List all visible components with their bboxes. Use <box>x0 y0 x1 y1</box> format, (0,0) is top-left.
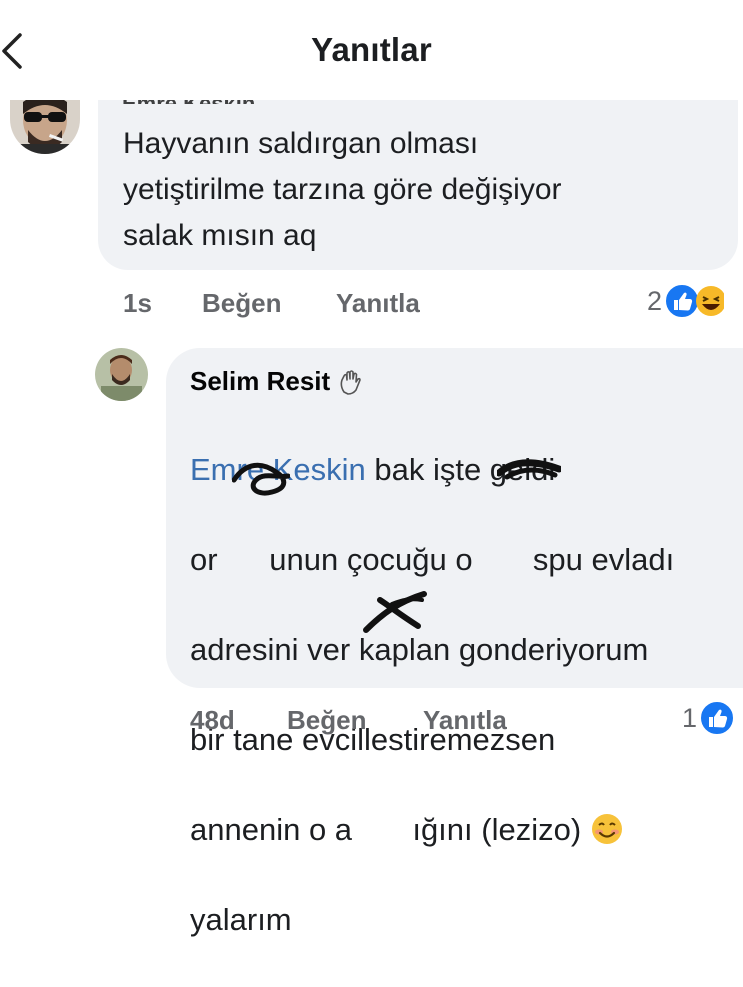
reply-line: or unun çocuğu o spu evladı <box>190 542 675 577</box>
profile-photo <box>10 92 80 154</box>
comment-timestamp: 1s <box>123 288 152 318</box>
censor-scribble <box>497 459 561 480</box>
censor-scribble <box>363 591 427 633</box>
laugh-reaction-icon <box>696 286 725 316</box>
censor-scribble <box>232 462 290 496</box>
reply-timestamp: 48d <box>190 705 235 735</box>
like-button[interactable]: Beğen <box>202 288 281 319</box>
page-title: Yanıtlar <box>311 31 432 68</box>
reaction-summary[interactable]: 1 <box>682 700 736 736</box>
avatar[interactable] <box>10 92 80 154</box>
smiling-face-emoji-icon <box>591 814 622 844</box>
reply-text-fragment: annenin o a ığını (lezizo) <box>190 812 590 847</box>
profile-photo <box>95 348 148 401</box>
reply-line: yalarım <box>190 902 292 937</box>
reply-line: annenin o a ığını (lezizo) <box>190 807 735 852</box>
like-reaction-icon <box>699 700 736 736</box>
reply-button[interactable]: Yanıtla <box>336 288 420 319</box>
reaction-count: 2 <box>647 285 663 316</box>
like-button[interactable]: Beğen <box>287 705 366 736</box>
avatar[interactable] <box>95 348 148 401</box>
reaction-count: 1 <box>682 702 698 733</box>
comment-text: Hayvanın saldırgan olması yetiştirilme t… <box>123 127 562 252</box>
reaction-summary[interactable]: 2 <box>647 283 725 319</box>
reply-author[interactable]: Selim Resit <box>190 366 364 397</box>
header-bar: Yanıtlar <box>0 0 743 100</box>
reply-author-name: Selim Resit <box>190 366 331 396</box>
reply-button[interactable]: Yanıtla <box>423 705 507 736</box>
waving-hand-icon <box>340 369 361 395</box>
reply-line: adresini ver kaplan gonderiyorum <box>190 632 649 667</box>
